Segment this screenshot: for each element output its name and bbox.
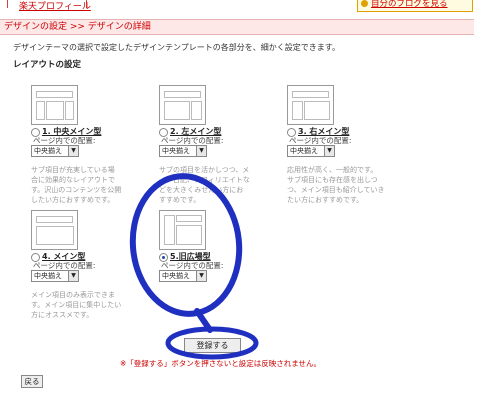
thumb-header bbox=[176, 215, 202, 222]
register-button[interactable]: 登録する bbox=[184, 338, 241, 353]
template-hint: サブ項目が充実している場 合に効果的なレイアウトで す。沢山のコンテンツを公開 … bbox=[31, 165, 121, 205]
thumb-col bbox=[164, 101, 190, 120]
bullet-icon bbox=[361, 0, 368, 7]
thumb-header bbox=[164, 91, 201, 98]
thumb-col bbox=[164, 215, 175, 245]
hint-line: す。メイン項目に集中したい bbox=[31, 301, 122, 309]
chevron-down-icon: ▼ bbox=[324, 146, 334, 156]
position-select[interactable]: 中央揃え ▼ bbox=[287, 145, 335, 157]
hint-line: サブ項目にも存在感を出しつ bbox=[287, 176, 378, 184]
select-value: 中央揃え bbox=[162, 272, 190, 280]
thumb-col bbox=[36, 226, 74, 245]
layout-thumbnail-icon[interactable] bbox=[287, 85, 334, 125]
position-select[interactable]: 中央揃え ▼ bbox=[31, 145, 79, 157]
layout-thumbnail-icon[interactable] bbox=[31, 85, 78, 125]
thumb-col bbox=[176, 225, 202, 245]
annotation-arrow-icon bbox=[194, 308, 213, 333]
hint-line: イン日記、アフィリエイトな bbox=[159, 176, 250, 184]
top-nav: | 楽天プロフィール | 自分のブログを見る bbox=[0, 0, 500, 12]
hint-line: メイン項目のみ表示できま bbox=[31, 291, 115, 299]
thumb-col bbox=[304, 101, 330, 120]
hint-line: すすめです。 bbox=[159, 196, 201, 204]
layout-thumbnail-icon[interactable] bbox=[159, 85, 206, 125]
view-blog-label: 自分のブログを見る bbox=[371, 0, 448, 9]
chevron-down-icon: ▼ bbox=[68, 146, 78, 156]
position-select[interactable]: 中央揃え ▼ bbox=[159, 145, 207, 157]
chevron-down-icon: ▼ bbox=[68, 271, 78, 281]
hint-line: 合に効果的なレイアウトで bbox=[31, 176, 115, 184]
save-notice: ※「登録する」ボタンを押さないと設定は反映されません。 bbox=[120, 359, 322, 368]
page-description: デザインテーマの選択で設定したデザインテンプレートの各部分を、細かく設定できます… bbox=[13, 43, 340, 52]
hint-line: 応用性が高く、一般的です。 bbox=[287, 166, 378, 174]
layout-heading: レイアウトの設定 bbox=[13, 60, 82, 70]
template-hint: メイン項目のみ表示できま す。メイン項目に集中したい 方にオススメです。 bbox=[31, 290, 121, 320]
back-button[interactable]: 戻る bbox=[21, 375, 43, 388]
nav-separator: | bbox=[85, 0, 89, 9]
select-value: 中央揃え bbox=[34, 147, 62, 155]
hint-line: つ、メイン項目も紹介していき bbox=[287, 186, 385, 194]
thumb-col bbox=[65, 101, 74, 120]
position-select[interactable]: 中央揃え ▼ bbox=[159, 270, 207, 282]
hint-line: たい方におすすめです。 bbox=[287, 196, 364, 204]
layout-thumbnail-icon[interactable] bbox=[159, 210, 206, 250]
template-hint: 応用性が高く、一般的です。 サブ項目にも存在感を出しつ つ、メイン項目も紹介して… bbox=[287, 165, 385, 205]
breadcrumb-bar: デザインの設定 >> デザインの詳細 bbox=[0, 19, 474, 35]
hint-line: 方にオススメです。 bbox=[31, 311, 94, 319]
position-select[interactable]: 中央揃え ▼ bbox=[31, 270, 79, 282]
profile-link[interactable]: 楽天プロフィール bbox=[19, 0, 91, 12]
hint-line: サブ項目が充実している場 bbox=[31, 166, 115, 174]
hint-line: どを大きくみせたい方にお bbox=[159, 186, 244, 194]
view-blog-button[interactable]: 自分のブログを見る bbox=[357, 0, 473, 12]
nav-separator: | bbox=[6, 0, 10, 9]
thumb-col bbox=[292, 101, 303, 120]
hint-line: したい方におすすめです。 bbox=[31, 196, 115, 204]
select-value: 中央揃え bbox=[34, 272, 62, 280]
thumb-header bbox=[36, 216, 73, 223]
thumb-header bbox=[292, 91, 329, 98]
chevron-down-icon: ▼ bbox=[196, 271, 206, 281]
hint-line: サブの項目を活かしつつ、メ bbox=[159, 166, 250, 174]
thumb-col bbox=[191, 101, 202, 120]
thumb-col bbox=[46, 101, 64, 120]
breadcrumb: デザインの設定 >> デザインの詳細 bbox=[4, 22, 151, 32]
layout-thumbnail-icon[interactable] bbox=[31, 210, 78, 250]
thumb-col bbox=[36, 101, 45, 120]
hint-line: す。沢山のコンテンツを公開 bbox=[31, 186, 122, 194]
select-value: 中央揃え bbox=[290, 147, 318, 155]
thumb-header bbox=[36, 91, 73, 98]
chevron-down-icon: ▼ bbox=[196, 146, 206, 156]
template-hint: サブの項目を活かしつつ、メ イン日記、アフィリエイトな どを大きくみせたい方にお… bbox=[159, 165, 250, 205]
select-value: 中央揃え bbox=[162, 147, 190, 155]
